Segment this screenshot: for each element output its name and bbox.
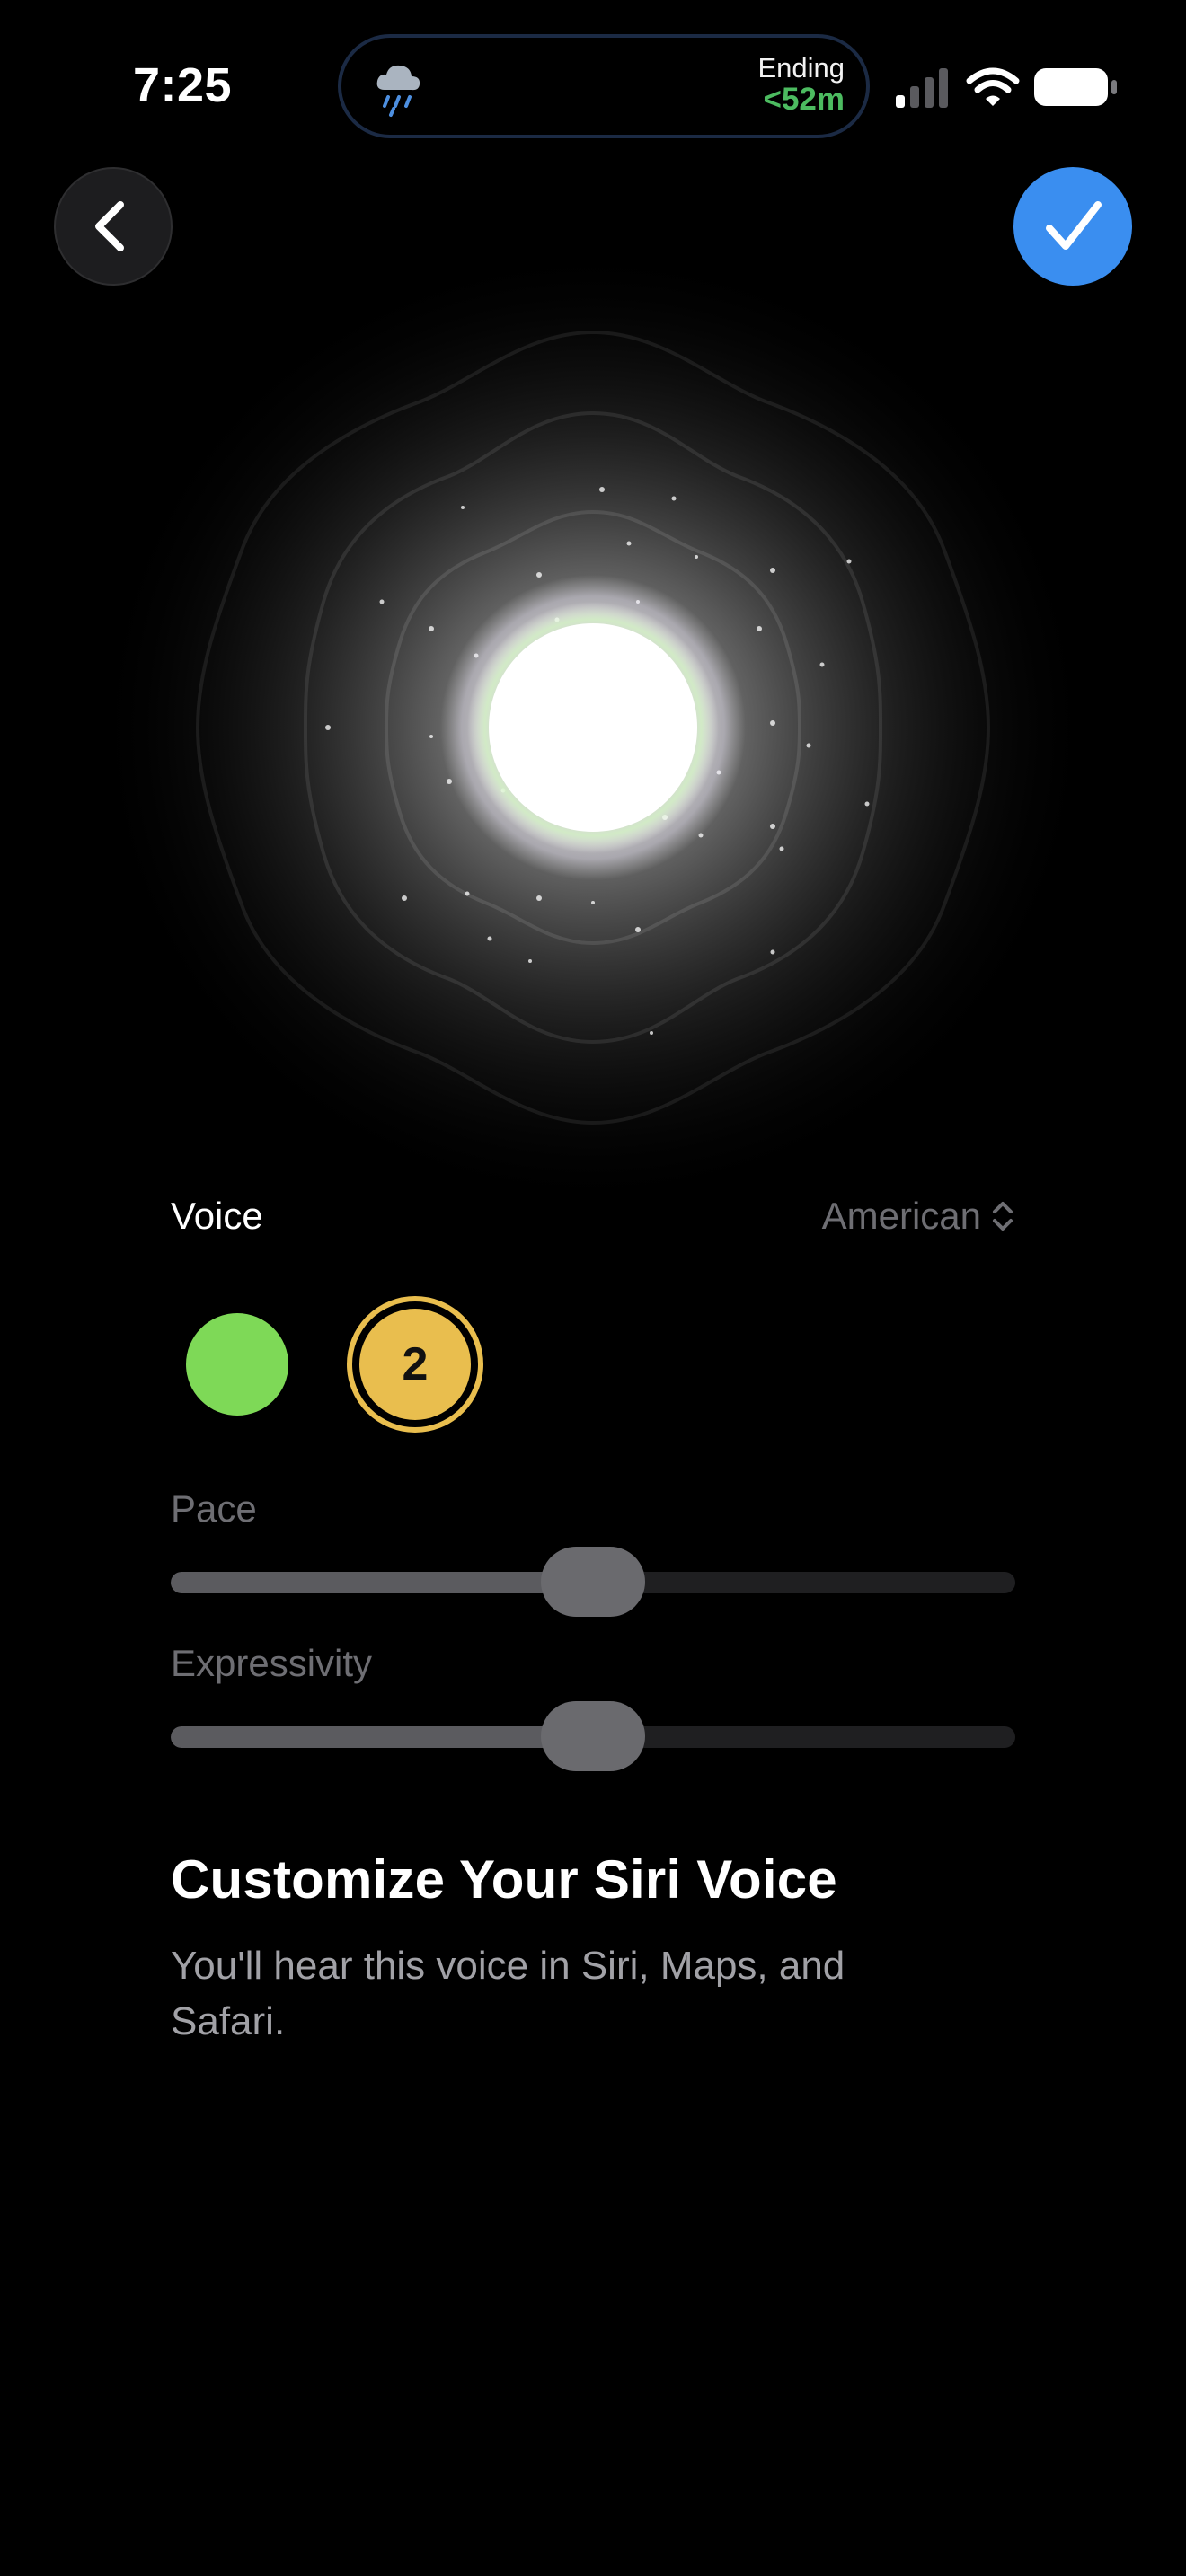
chevron-up-down-icon xyxy=(993,1202,1013,1231)
voice-option-1[interactable] xyxy=(186,1313,288,1416)
accent-value: American xyxy=(821,1195,981,1237)
status-time: 7:25 xyxy=(133,58,233,112)
wifi-icon xyxy=(966,67,1020,106)
rain-cloud-icon xyxy=(372,59,426,119)
voice-option-2[interactable]: 2 xyxy=(347,1296,483,1433)
page-title: Customize Your Siri Voice xyxy=(171,1849,837,1910)
battery-icon xyxy=(1034,68,1117,106)
expressivity-slider-fill xyxy=(171,1726,593,1748)
accent-selector[interactable]: American xyxy=(822,1195,1015,1238)
cellular-signal-icon xyxy=(896,68,948,108)
page-subtitle: You'll hear this voice in Siri, Maps, an… xyxy=(171,1944,845,2043)
live-activity-value: <52m xyxy=(763,81,845,117)
voice-label: Voice xyxy=(171,1195,263,1237)
pace-slider[interactable] xyxy=(171,1547,1015,1619)
pace-slider-fill xyxy=(171,1572,593,1593)
siri-voice-orb xyxy=(90,243,1096,1213)
status-icons xyxy=(894,65,1117,110)
expressivity-slider[interactable] xyxy=(171,1701,1015,1773)
voice-option-2-label: 2 xyxy=(359,1309,471,1420)
dynamic-island-live-activity[interactable]: Ending <52m xyxy=(338,34,870,138)
pace-slider-thumb[interactable] xyxy=(541,1547,645,1617)
expressivity-label: Expressivity xyxy=(171,1642,373,1684)
live-activity-label: Ending xyxy=(757,52,845,84)
expressivity-slider-thumb[interactable] xyxy=(541,1701,645,1771)
pace-label: Pace xyxy=(171,1487,257,1530)
